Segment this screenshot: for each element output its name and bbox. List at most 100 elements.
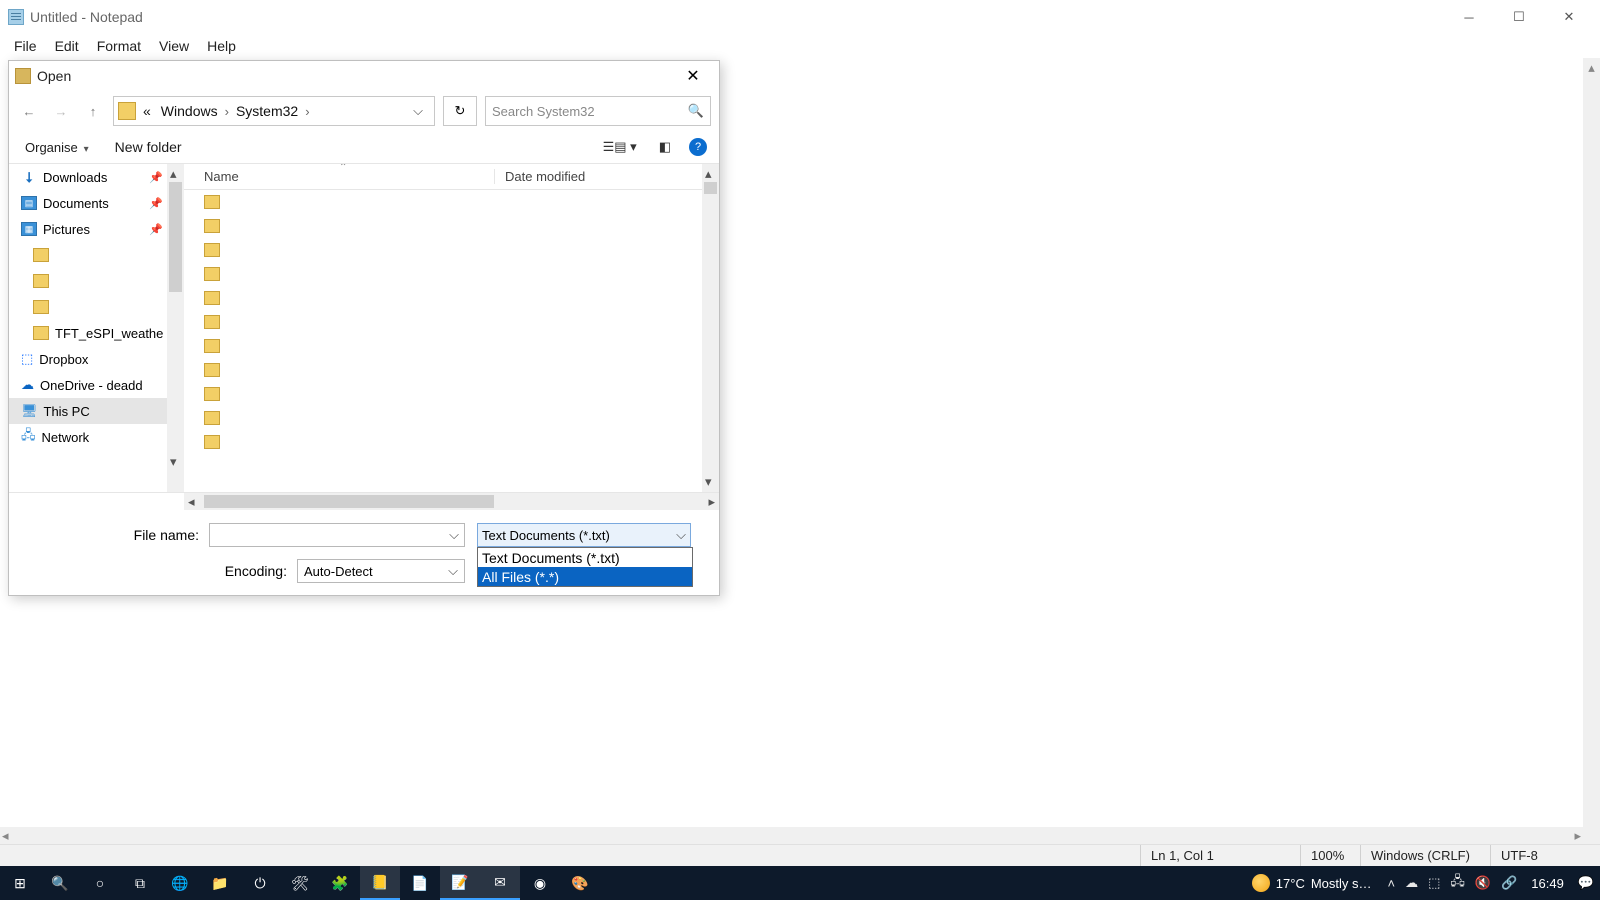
- preview-pane-button[interactable]: ◧: [655, 137, 675, 157]
- list-item[interactable]: [184, 238, 719, 262]
- taskbar-app-outlook[interactable]: ✉: [480, 866, 520, 900]
- tray-overflow-icon[interactable]: ˄: [1388, 876, 1396, 891]
- taskbar-app[interactable]: 📒: [360, 866, 400, 900]
- help-button[interactable]: ?: [689, 138, 707, 156]
- close-button[interactable]: ✕: [1544, 0, 1594, 34]
- taskbar-app-paint[interactable]: 🎨: [560, 866, 600, 900]
- file-type-option[interactable]: All Files (*.*): [478, 567, 692, 586]
- folder-icon: [204, 291, 220, 305]
- list-item[interactable]: [184, 382, 719, 406]
- tray-network-icon[interactable]: 🖧: [1450, 872, 1465, 894]
- tree-item[interactable]: ⭣Downloads📌: [9, 164, 167, 190]
- list-item[interactable]: [184, 262, 719, 286]
- file-type-filter[interactable]: Text Documents (*.txt) ⌵ Text Documents …: [477, 523, 691, 547]
- nav-up-button[interactable]: ↑: [81, 99, 105, 123]
- tree-item[interactable]: 🖧Network: [9, 424, 167, 450]
- cortana-button[interactable]: ○: [80, 866, 120, 900]
- tree-item[interactable]: ☁OneDrive - deadd: [9, 372, 167, 398]
- tree-item[interactable]: [9, 242, 167, 268]
- chevron-down-icon[interactable]: ⌵: [444, 527, 464, 543]
- tray-icon[interactable]: 🔗: [1501, 875, 1517, 891]
- folder-icon: [118, 102, 136, 120]
- tree-item[interactable]: ▤Documents📌: [9, 190, 167, 216]
- taskbar-app[interactable]: 📄: [400, 866, 440, 900]
- vertical-scrollbar[interactable]: ▴: [1583, 58, 1600, 844]
- system-tray[interactable]: ˄ ☁ ⬚ 🖧 🔇 🔗: [1388, 872, 1518, 894]
- folder-icon: [204, 435, 220, 449]
- breadcrumb[interactable]: « Windows › System32 › ⌵: [113, 96, 435, 126]
- list-item[interactable]: [184, 406, 719, 430]
- taskbar-app-chrome[interactable]: ◉: [520, 866, 560, 900]
- breadcrumb-item[interactable]: Windows: [158, 103, 221, 119]
- notifications-button[interactable]: 💬: [1578, 875, 1594, 891]
- taskbar-app[interactable]: ⏻: [240, 866, 280, 900]
- taskbar: ⊞ 🔍 ○ ⧉ 🌐 📁 ⏻ 🛠 🧩 📒 📄 📝 ✉ ◉ 🎨 17°C Mostl…: [0, 866, 1600, 900]
- organise-menu[interactable]: Organise ▾: [21, 137, 93, 157]
- refresh-button[interactable]: ↻: [443, 96, 477, 126]
- file-list[interactable]: Name ⌃ Date modified ▴▾: [184, 164, 719, 492]
- pin-icon: 📌: [149, 171, 163, 184]
- taskbar-search-button[interactable]: 🔍: [40, 866, 80, 900]
- start-button[interactable]: ⊞: [0, 866, 40, 900]
- minimize-button[interactable]: ─: [1444, 0, 1494, 34]
- encoding-value: Auto-Detect: [304, 564, 373, 579]
- menu-view[interactable]: View: [151, 36, 197, 56]
- list-item[interactable]: [184, 310, 719, 334]
- dialog-title: Open: [37, 68, 71, 84]
- list-item[interactable]: [184, 334, 719, 358]
- column-date[interactable]: Date modified: [494, 169, 585, 184]
- filename-label: File name:: [9, 527, 209, 543]
- task-view-button[interactable]: ⧉: [120, 866, 160, 900]
- list-item[interactable]: [184, 358, 719, 382]
- folder-icon: [204, 339, 220, 353]
- folder-icon: [204, 195, 220, 209]
- list-item[interactable]: [184, 214, 719, 238]
- status-encoding: UTF-8: [1490, 845, 1600, 866]
- horizontal-scrollbar[interactable]: ◂▸: [0, 827, 1583, 844]
- tree-item[interactable]: 🖥This PC: [9, 398, 167, 424]
- list-scrollbar[interactable]: ▴▾: [702, 164, 719, 492]
- tray-dropbox-icon[interactable]: ⬚: [1428, 875, 1440, 891]
- taskbar-app-edge[interactable]: 🌐: [160, 866, 200, 900]
- tray-onedrive-icon[interactable]: ☁: [1405, 875, 1418, 891]
- taskbar-weather[interactable]: 17°C Mostly s…: [1252, 874, 1372, 892]
- file-type-option[interactable]: Text Documents (*.txt): [478, 548, 692, 567]
- tree-item[interactable]: [9, 268, 167, 294]
- tree-scrollbar[interactable]: ▴▾: [167, 164, 184, 492]
- pin-icon: 📌: [149, 197, 163, 210]
- menu-help[interactable]: Help: [199, 36, 244, 56]
- new-folder-button[interactable]: New folder: [111, 137, 186, 157]
- folder-icon: [204, 243, 220, 257]
- taskbar-app[interactable]: 🛠: [280, 866, 320, 900]
- weather-temp: 17°C: [1276, 876, 1305, 891]
- tree-item[interactable]: [9, 294, 167, 320]
- navigation-tree[interactable]: ⭣Downloads📌▤Documents📌▦Pictures📌 TFT_eSPI…: [9, 164, 167, 492]
- search-icon: 🔍: [688, 103, 704, 119]
- tree-item[interactable]: ⬚Dropbox: [9, 346, 167, 372]
- filename-input[interactable]: ⌵: [209, 523, 465, 547]
- maximize-button[interactable]: ☐: [1494, 0, 1544, 34]
- taskbar-app-notepad[interactable]: 📝: [440, 866, 480, 900]
- taskbar-app-explorer[interactable]: 📁: [200, 866, 240, 900]
- menu-edit[interactable]: Edit: [47, 36, 87, 56]
- taskbar-app[interactable]: 🧩: [320, 866, 360, 900]
- tray-volume-icon[interactable]: 🔇: [1475, 875, 1491, 891]
- taskbar-clock[interactable]: 16:49: [1531, 876, 1564, 891]
- list-item[interactable]: [184, 286, 719, 310]
- dialog-close-button[interactable]: ✕: [673, 66, 713, 86]
- search-input[interactable]: Search System32 🔍: [485, 96, 711, 126]
- tree-item[interactable]: TFT_eSPI_weathe: [9, 320, 167, 346]
- breadcrumb-item[interactable]: System32: [233, 103, 301, 119]
- nav-back-button[interactable]: ←: [17, 99, 41, 123]
- menu-file[interactable]: File: [6, 36, 45, 56]
- list-item[interactable]: [184, 430, 719, 454]
- breadcrumb-dropdown[interactable]: ⌵: [406, 103, 430, 119]
- view-options-button[interactable]: ☰▤ ▾: [599, 137, 641, 157]
- open-dialog: Open ✕ ← → ↑ « Windows › System32 › ⌵ ↻ …: [8, 60, 720, 596]
- list-item[interactable]: [184, 190, 719, 214]
- list-horizontal-scrollbar[interactable]: ◂▸: [184, 493, 719, 510]
- nav-forward-button[interactable]: →: [49, 99, 73, 123]
- menu-format[interactable]: Format: [89, 36, 149, 56]
- encoding-select[interactable]: Auto-Detect ⌵: [297, 559, 465, 583]
- tree-item[interactable]: ▦Pictures📌: [9, 216, 167, 242]
